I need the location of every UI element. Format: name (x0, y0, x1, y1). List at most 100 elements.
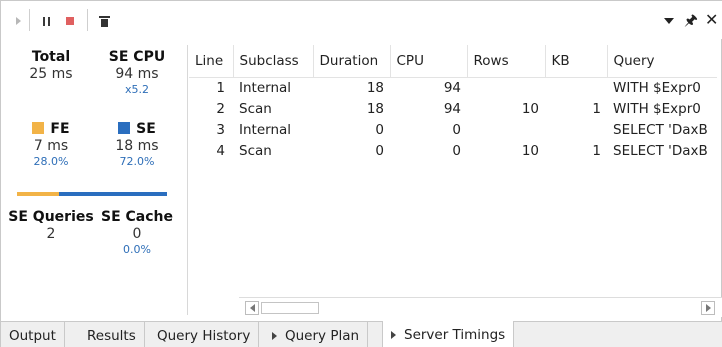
cell-cpu: 0 (452, 121, 461, 138)
delete-icon[interactable] (95, 12, 113, 30)
pause-icon[interactable] (37, 12, 55, 30)
timings-summary: Total 25 ms SE CPU 94 ms x5.2 FE 7 ms 28… (8, 45, 181, 315)
se-queries-label: SE Queries (8, 209, 94, 225)
column-header-subclass[interactable]: Subclass (233, 45, 314, 78)
column-header-rows[interactable]: Rows (467, 45, 546, 78)
se-cpu-stat: SE CPU 94 ms x5.2 (97, 49, 177, 96)
cell-cpu: 94 (443, 100, 461, 117)
cell-line: 4 (216, 142, 225, 159)
cell-line: 3 (216, 121, 225, 138)
se-cache-value: 0 (132, 226, 142, 242)
scroll-right-icon[interactable] (701, 301, 715, 315)
total-stat: Total 25 ms (11, 49, 91, 82)
cell-duration: 18 (366, 100, 384, 117)
se-cache-stat: SE Cache 0 0.0% (97, 209, 177, 256)
column-header-kb[interactable]: KB (545, 45, 608, 78)
panel-splitter[interactable] (187, 45, 188, 315)
cell-duration: 18 (366, 79, 384, 96)
tab-server-timings[interactable]: Server Timings (382, 321, 515, 347)
expand-arrow-icon (391, 330, 396, 339)
toolbar-divider (87, 9, 88, 31)
cell-query: SELECT 'DaxB (613, 121, 708, 138)
cell-query: WITH $Expr0 (613, 79, 701, 96)
se-cpu-ratio: x5.2 (124, 83, 149, 96)
window-menu-chevron-down-icon[interactable] (664, 18, 674, 24)
cell-duration: 0 (375, 142, 384, 159)
column-header-duration[interactable]: Duration (313, 45, 391, 78)
table-row[interactable]: 2 Scan 18 94 10 1 WITH $Expr0 (189, 98, 717, 119)
se-percent: 72.0% (119, 155, 155, 168)
cell-rows (467, 77, 545, 98)
table-row[interactable]: 4 Scan 0 0 10 1 SELECT 'DaxB (189, 140, 717, 161)
scroll-left-icon[interactable] (245, 301, 259, 315)
column-header-query[interactable]: Query (607, 45, 717, 78)
scrollbar-thumb[interactable] (261, 302, 319, 314)
cell-subclass: Internal (239, 121, 292, 138)
cell-cpu: 0 (452, 142, 461, 159)
se-cache-percent: 0.0% (123, 243, 151, 256)
cell-kb: 1 (592, 142, 601, 159)
tab-label: Query History (157, 327, 251, 344)
fe-stat: FE 7 ms 28.0% (11, 121, 91, 168)
se-bar-segment (59, 192, 167, 196)
cell-rows: 10 (521, 100, 539, 117)
timings-table-container: Line Subclass Duration CPU Rows KB Query… (189, 45, 722, 315)
fe-value: 7 ms (33, 138, 69, 154)
se-legend-swatch (118, 122, 131, 134)
se-cpu-label: SE CPU (108, 49, 166, 65)
fe-label: FE (11, 121, 91, 137)
cell-subclass: Internal (239, 79, 292, 96)
tab-query-history[interactable]: Query History (149, 322, 260, 347)
se-cache-label: SE Cache (100, 209, 173, 225)
fe-legend-swatch (32, 122, 45, 134)
horizontal-scrollbar[interactable] (239, 297, 722, 317)
cell-kb: 1 (592, 100, 601, 117)
total-label: Total (31, 49, 71, 65)
fe-bar-segment (17, 192, 59, 196)
tab-label: Output (9, 327, 56, 344)
cell-subclass: Scan (239, 100, 272, 117)
cell-query: SELECT 'DaxB (613, 142, 708, 159)
cell-subclass: Scan (239, 142, 272, 159)
server-timings-panel: 🖈 ✕ Total 25 ms SE CPU 94 ms x5.2 FE 7 m… (0, 0, 722, 347)
se-value: 18 ms (115, 138, 159, 154)
tab-output[interactable]: Output (1, 322, 65, 347)
se-queries-value: 2 (46, 226, 56, 242)
tab-query-plan[interactable]: Query Plan (264, 322, 369, 347)
column-header-cpu[interactable]: CPU (390, 45, 468, 78)
pin-icon[interactable]: 🖈 (684, 11, 698, 29)
cell-line: 2 (216, 100, 225, 117)
timings-table: Line Subclass Duration CPU Rows KB Query… (189, 45, 717, 161)
tab-label: Results (87, 327, 136, 344)
se-queries-stat: SE Queries 2 (5, 209, 97, 242)
cell-kb (545, 119, 607, 140)
cell-query: WITH $Expr0 (613, 100, 701, 117)
toolbar-divider (29, 9, 30, 31)
expand-arrow-icon (272, 331, 277, 340)
close-icon[interactable]: ✕ (705, 11, 718, 29)
column-header-line[interactable]: Line (189, 45, 234, 78)
tab-label: Query Plan (285, 327, 360, 344)
se-label: SE (97, 121, 177, 137)
stop-icon[interactable] (61, 12, 79, 30)
cell-rows (467, 119, 545, 140)
se-cpu-value: 94 ms (115, 66, 159, 82)
table-row[interactable]: 3 Internal 0 0 SELECT 'DaxB (189, 119, 717, 140)
table-header-row: Line Subclass Duration CPU Rows KB Query (189, 45, 717, 78)
tab-results[interactable]: Results (79, 322, 145, 347)
play-icon[interactable] (9, 12, 27, 30)
cell-kb (545, 77, 607, 98)
fe-percent: 28.0% (33, 155, 69, 168)
cell-cpu: 94 (443, 79, 461, 96)
table-row[interactable]: 1 Internal 18 94 WITH $Expr0 (189, 77, 717, 98)
fe-label-text: FE (50, 121, 70, 137)
tab-label: Server Timings (404, 326, 506, 343)
se-stat: SE 18 ms 72.0% (97, 121, 177, 168)
cell-duration: 0 (375, 121, 384, 138)
se-label-text: SE (136, 121, 156, 137)
cell-line: 1 (216, 79, 225, 96)
total-value: 25 ms (29, 66, 73, 82)
cell-rows: 10 (521, 142, 539, 159)
fe-se-ratio-bar (17, 192, 167, 196)
toolbar: 🖈 ✕ (1, 1, 722, 39)
